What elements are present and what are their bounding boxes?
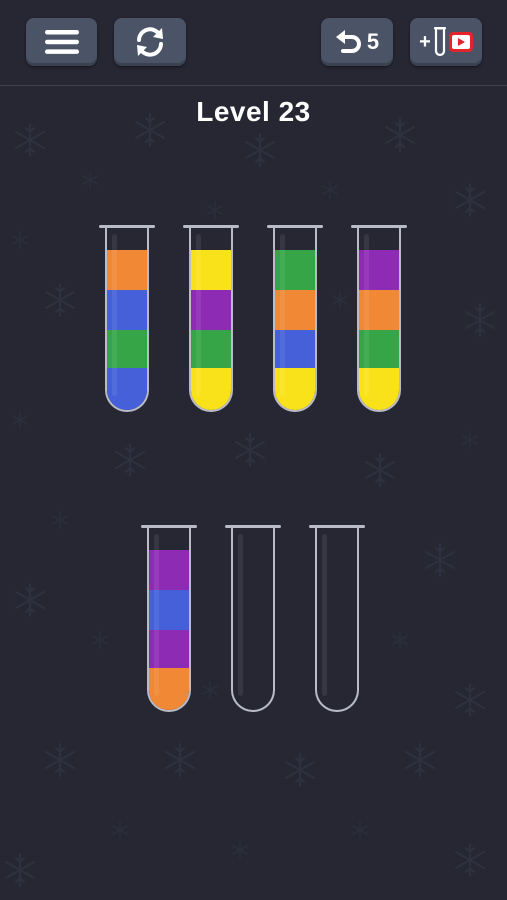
snowflake-background — [5, 113, 495, 887]
header-divider — [0, 85, 507, 86]
tube-shine — [238, 534, 243, 696]
level-title: Level 23 — [196, 96, 311, 127]
test-tube-icon — [433, 27, 446, 57]
undo-arrow-icon — [335, 30, 361, 53]
tube-6[interactable] — [231, 528, 275, 712]
tube-shine — [196, 234, 201, 396]
tube-shine — [364, 234, 369, 396]
undo-count: 5 — [366, 29, 380, 54]
hamburger-menu-icon — [44, 30, 79, 54]
tube-5[interactable] — [147, 528, 191, 712]
tube-2[interactable] — [189, 228, 233, 412]
tube-7[interactable] — [315, 528, 359, 712]
top-bar: 5 + — [0, 0, 507, 86]
tube-1[interactable] — [105, 228, 149, 412]
plus-sign: + — [419, 30, 431, 53]
restart-arrows-icon — [137, 27, 163, 57]
tube-shine — [280, 234, 285, 396]
undo-button[interactable]: 5 — [321, 18, 393, 66]
tube-shine — [154, 534, 159, 696]
add-tube-button[interactable]: + — [410, 18, 482, 66]
video-play-icon — [448, 32, 473, 52]
restart-button[interactable] — [114, 18, 186, 66]
tube-4[interactable] — [357, 228, 401, 412]
menu-button[interactable] — [26, 18, 97, 66]
tube-3[interactable] — [273, 228, 317, 412]
tube-shine — [112, 234, 117, 396]
tube-shine — [322, 534, 327, 696]
